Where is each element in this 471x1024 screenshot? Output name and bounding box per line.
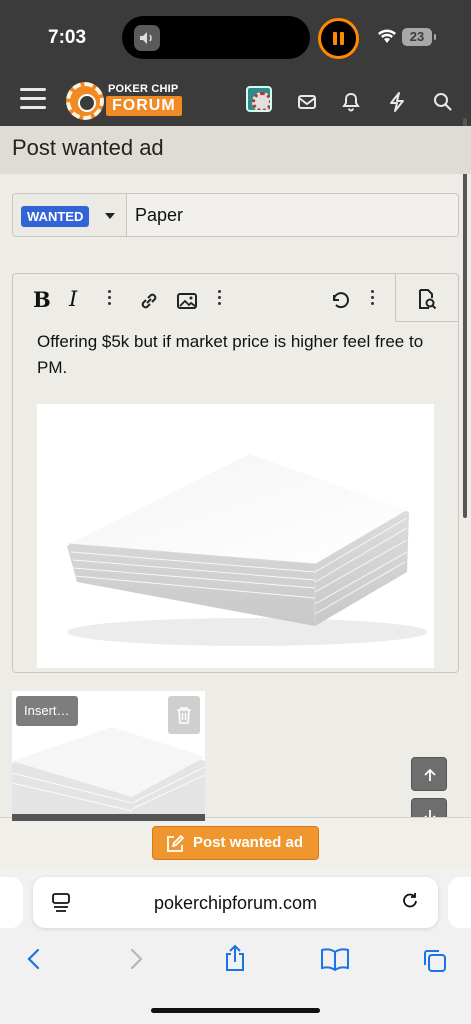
share-icon[interactable] <box>222 943 248 973</box>
recording-indicator-icon <box>318 18 359 59</box>
caret-down-icon <box>105 213 115 219</box>
url-text: pokerchipforum.com <box>153 893 318 913</box>
poker-chip-icon <box>66 82 104 120</box>
previous-tab-preview[interactable] <box>0 877 23 928</box>
paper-stack-image[interactable] <box>37 404 434 668</box>
status-bar: 7:03 23 <box>0 0 471 76</box>
reload-icon[interactable] <box>399 891 421 913</box>
page-title: Post wanted ad <box>12 135 164 160</box>
delete-attachment-button[interactable] <box>168 696 200 734</box>
image-icon[interactable] <box>176 289 198 313</box>
form-submit-row: Post wanted ad <box>0 817 471 869</box>
page-scrollbar[interactable] <box>463 118 467 518</box>
thread-title-row: WANTED <box>12 193 459 237</box>
dynamic-island <box>122 16 310 59</box>
rich-text-editor[interactable]: B I Offering $5k but if market price is … <box>12 273 459 673</box>
title-input[interactable] <box>135 194 455 236</box>
bookmarks-icon[interactable] <box>319 947 351 973</box>
italic-button[interactable]: I <box>69 287 77 311</box>
post-wanted-ad-button[interactable]: Post wanted ad <box>152 826 319 860</box>
attachment-bar <box>12 814 205 821</box>
preview-icon <box>419 289 437 310</box>
tabs-icon[interactable] <box>421 947 449 975</box>
prefix-badge: WANTED <box>21 206 90 227</box>
scroll-up-button[interactable] <box>411 757 447 791</box>
site-header: POKER CHIP FORUM <box>0 76 471 126</box>
back-icon[interactable] <box>24 947 44 971</box>
undo-icon[interactable] <box>329 288 351 312</box>
menu-icon[interactable] <box>20 88 46 110</box>
link-icon[interactable] <box>138 289 160 313</box>
more-options-icon[interactable] <box>369 287 375 311</box>
bold-button[interactable]: B <box>33 287 51 312</box>
next-tab-preview[interactable] <box>448 877 471 928</box>
status-time: 7:03 <box>48 27 87 48</box>
search-icon[interactable] <box>430 89 456 115</box>
prefix-select[interactable]: WANTED <box>13 194 127 236</box>
editor-toolbar: B I <box>13 274 458 324</box>
edit-icon <box>167 835 184 852</box>
title-band: Post wanted ad <box>0 126 471 174</box>
site-logo[interactable]: POKER CHIP FORUM <box>66 80 184 120</box>
battery-icon: 23 <box>402 28 436 46</box>
browser-chrome: pokerchipforum.com <box>0 869 471 1024</box>
insert-attachment-button[interactable]: Insert… <box>16 696 78 726</box>
forward-icon[interactable] <box>126 947 146 971</box>
more-text-options-icon[interactable] <box>106 287 112 311</box>
preview-toggle[interactable] <box>395 274 458 322</box>
lightning-icon[interactable] <box>384 89 410 115</box>
more-insert-options-icon[interactable] <box>216 287 222 311</box>
trash-icon <box>177 707 191 724</box>
arrow-up-icon <box>424 768 436 781</box>
logo-text-top: POKER CHIP <box>108 83 179 95</box>
submit-label: Post wanted ad <box>193 834 304 851</box>
inbox-icon[interactable] <box>294 89 320 115</box>
logo-text-bottom: FORUM <box>106 96 182 116</box>
user-avatar[interactable] <box>246 86 272 112</box>
speaker-icon <box>134 25 160 51</box>
attachment-thumbnail[interactable]: Insert… <box>12 691 205 821</box>
bell-icon[interactable] <box>338 89 364 115</box>
editor-body-text[interactable]: Offering $5k but if market price is high… <box>37 329 437 381</box>
wifi-icon <box>378 29 396 43</box>
address-bar[interactable]: pokerchipforum.com <box>33 877 438 928</box>
home-indicator <box>151 1008 320 1013</box>
